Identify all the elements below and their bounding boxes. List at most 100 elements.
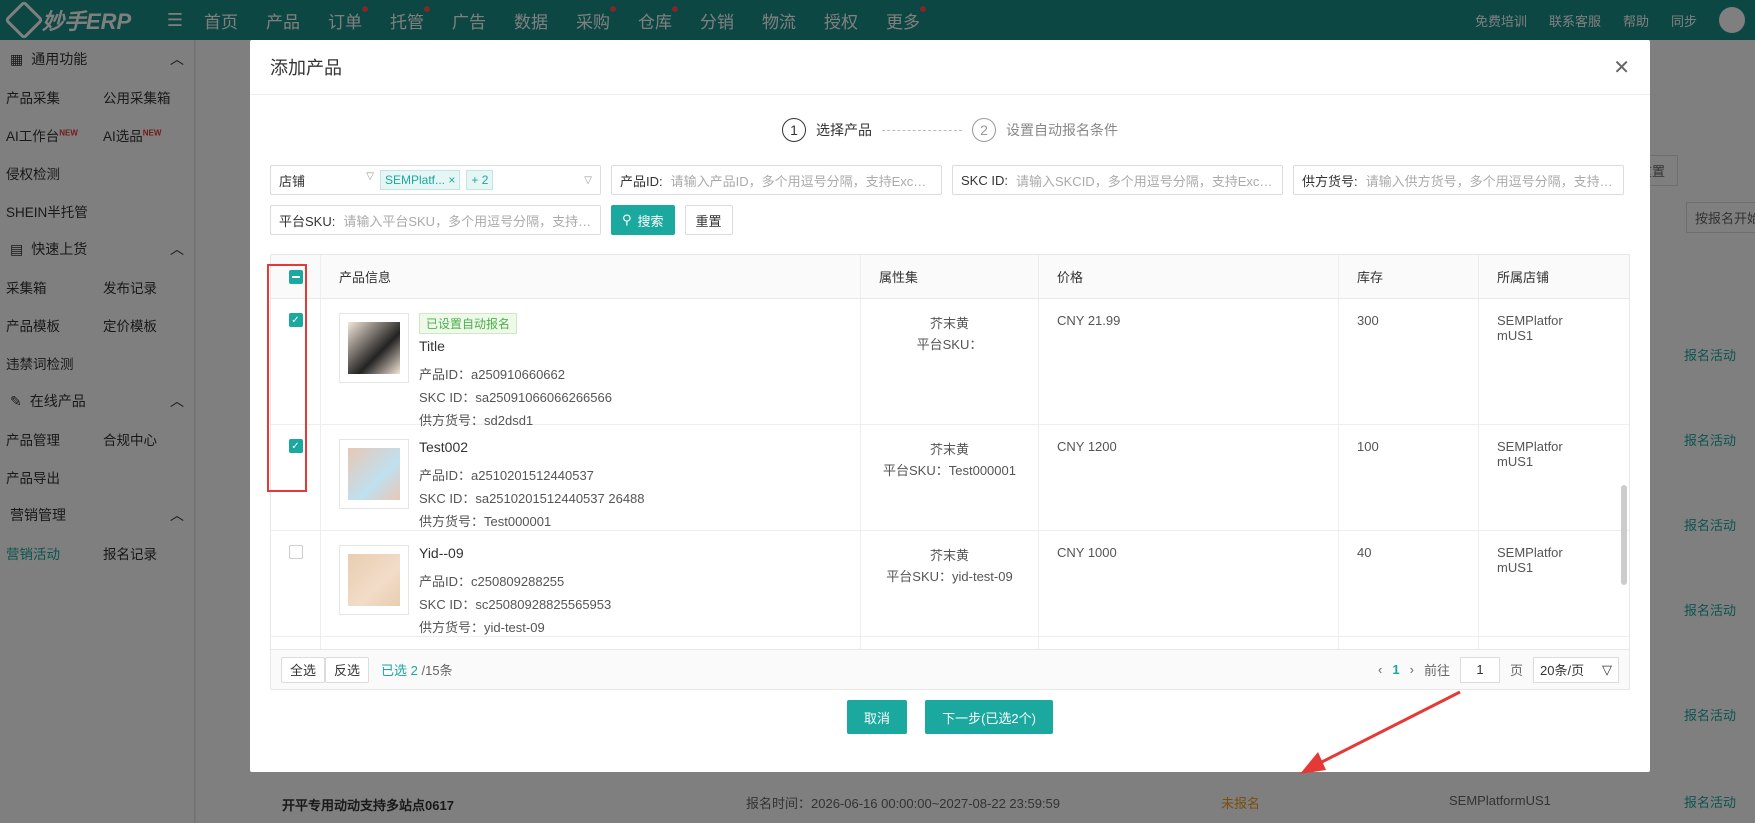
add-product-modal: 添加产品 ✕ 1 选择产品 2 设置自动报名条件 店铺 ▽ SEMPlatf... × … — [250, 40, 1650, 774]
page-size-select[interactable]: 20条/页 ▽ — [1533, 656, 1619, 683]
placeholder: 请输入供方货号，多个用逗号分隔，支持Excel复制 — [1365, 173, 1615, 189]
goto-label: 前往 — [1423, 663, 1450, 678]
header-price: 价格 — [1039, 255, 1339, 298]
shop-cell: SEMPlatformUS1 — [1497, 439, 1563, 469]
row-checkbox-cell — [271, 637, 321, 649]
attribute-color: 芥末黄 — [929, 316, 969, 331]
button-label: 搜索 — [637, 213, 664, 229]
skc-id: SKC ID：sc25080928825565953 — [419, 597, 612, 612]
attribute-sku: 平台SKU： — [916, 337, 983, 352]
goto-page-input[interactable]: 1 — [1459, 656, 1500, 683]
current-page[interactable]: 1 — [1392, 662, 1399, 677]
page-size-value: 20条/页 — [1540, 663, 1585, 678]
stock-cell: 100 — [1339, 425, 1479, 530]
stock-cell: 300 — [1339, 299, 1479, 424]
modal-title: 添加产品 — [270, 58, 342, 78]
step-label: 选择产品 — [816, 122, 872, 138]
attribute-sku: 平台SKU：yid-test-09 — [886, 569, 1013, 584]
header-shop: 所属店铺 — [1497, 270, 1550, 285]
product-id: 产品ID：a250910660662 — [419, 367, 565, 382]
shop-cell: SEMPlatformUS1 — [1497, 313, 1563, 343]
product-id-input[interactable]: 产品ID: 请输入产品ID，多个用逗号分隔，支持Excel复制 — [611, 165, 942, 195]
close-icon[interactable]: ✕ — [1613, 55, 1630, 80]
table-scrollbar[interactable] — [1621, 485, 1627, 585]
field-label: SKC ID: — [961, 172, 1008, 188]
price-cell: CNY 999 - 1000 — [1039, 637, 1339, 649]
shop-cell: SEMPlatformUS1 — [1479, 637, 1589, 649]
next-page-icon[interactable]: › — [1410, 662, 1414, 677]
attribute-cell: 芥末黄平台SKU：yid-test-09 — [861, 531, 1039, 636]
step-1: 1 选择产品 — [782, 118, 872, 142]
step-label: 设置自动报名条件 — [1006, 122, 1118, 138]
attribute-cell: 常蓝色|30*30 — [861, 637, 1039, 649]
prev-page-icon[interactable]: ‹ — [1378, 662, 1382, 677]
price-cell: CNY 1000 — [1039, 531, 1339, 636]
shop-select[interactable]: 店铺 ▽ SEMPlatf... × + 2 ▽ — [270, 165, 601, 195]
price-cell: CNY 21.99 — [1039, 299, 1339, 424]
table-row: ✓ 已设置自动报名 Title 产品ID：a250910660662 SKC I… — [271, 299, 1629, 428]
reset-button[interactable]: 重置 — [684, 205, 733, 235]
shop-tag: SEMPlatf... × — [380, 170, 461, 190]
product-info-cell: Yid--09 产品ID：c250809288255 SKC ID：sc2508… — [321, 531, 861, 636]
platform-sku-input[interactable]: 平台SKU: 请输入平台SKU，多个用逗号分隔，支持Excel复制 — [270, 205, 601, 235]
table-header: 产品信息 属性集 价格 库存 所属店铺 — [271, 255, 1629, 299]
product-id: 产品ID：a2510201512440537 — [419, 468, 594, 483]
table-row: Yid--09 产品ID：c250809288255 SKC ID：sc2508… — [271, 531, 1629, 637]
selected-count: 已选 2 — [381, 663, 418, 678]
price-cell: CNY 1200 — [1039, 425, 1339, 530]
step-divider — [882, 129, 962, 131]
chevron-down-icon: ▽ — [366, 170, 374, 182]
search-button[interactable]: ⚲ 搜索 — [611, 205, 675, 235]
product-name: Test002 — [419, 439, 469, 455]
supplier-code-input[interactable]: 供方货号: 请输入供方货号，多个用逗号分隔，支持Excel复制 — [1293, 165, 1624, 195]
next-step-button[interactable]: 下一步(已选2个) — [925, 700, 1053, 734]
product-info-cell: Yid--17 — [321, 637, 861, 649]
attribute-color: 芥末黄 — [929, 442, 969, 457]
placeholder: 请输入产品ID，多个用逗号分隔，支持Excel复制 — [670, 173, 933, 189]
product-info-cell: 已设置自动报名 Title 产品ID：a250910660662 SKC ID：… — [321, 299, 861, 428]
product-thumbnail — [339, 439, 409, 509]
shop-label: 店铺 — [279, 173, 306, 189]
row-checkbox-cell — [271, 531, 321, 636]
filter-area: 店铺 ▽ SEMPlatf... × + 2 ▽ 产品ID: 请输入产品ID，多个用… — [250, 165, 1650, 235]
product-thumbnail — [339, 545, 409, 615]
select-all-button[interactable]: 全选 — [281, 656, 326, 683]
pagination: ‹ 1 › 前往 1 页 20条/页 ▽ — [1378, 656, 1619, 683]
attribute-color: 芥末黄 — [929, 548, 969, 563]
placeholder: 请输入SKCID，多个用逗号分隔，支持Excel复制 — [1015, 173, 1274, 189]
cancel-button[interactable]: 取消 — [847, 700, 908, 734]
product-thumbnail — [339, 313, 409, 383]
product-id: 产品ID：c250809288255 — [419, 574, 565, 589]
product-table: 产品信息 属性集 价格 库存 所属店铺 ✓ 已设置自动报名 Title 产品ID… — [270, 254, 1630, 650]
field-label: 产品ID: — [620, 173, 663, 189]
header-product-info: 产品信息 — [321, 255, 861, 298]
search-icon: ⚲ — [622, 212, 632, 227]
field-label: 平台SKU: — [279, 213, 336, 229]
skc-id-input[interactable]: SKC ID: 请输入SKCID，多个用逗号分隔，支持Excel复制 — [952, 165, 1283, 195]
table-row: Yid--17 常蓝色|30*30 CNY 999 - 1000 10 SEMP… — [271, 637, 1629, 649]
total-count: /15条 — [417, 663, 453, 678]
row-checkbox[interactable] — [288, 545, 303, 559]
step-number: 2 — [972, 118, 996, 142]
chevron-down-icon: ▽ — [1602, 661, 1612, 677]
stock-cell: 40 — [1339, 531, 1479, 636]
supplier-code: 供方货号：yid-test-09 — [419, 620, 545, 635]
supplier-code: 供方货号：Test000001 — [419, 514, 552, 529]
placeholder: 请输入平台SKU，多个用逗号分隔，支持Excel复制 — [343, 213, 592, 229]
product-name: Yid--09 — [419, 545, 464, 561]
shop-tag-label: SEMPlatf... — [385, 173, 446, 187]
steps: 1 选择产品 2 设置自动报名条件 — [250, 95, 1650, 165]
invert-selection-button[interactable]: 反选 — [325, 656, 370, 683]
tag-close-icon[interactable]: × — [448, 173, 455, 187]
field-label: 供方货号: — [1302, 173, 1358, 189]
attribute-cell: 芥末黄平台SKU： — [861, 299, 1039, 424]
step-2: 2 设置自动报名条件 — [972, 118, 1118, 142]
chevron-down-icon: ▽ — [584, 174, 592, 186]
shop-more-tag: + 2 — [466, 170, 494, 190]
modal-footer: 取消 下一步(已选2个) — [250, 700, 1650, 734]
attribute-sku: 平台SKU：Test000001 — [883, 463, 1016, 478]
table-row: ✓ Test002 产品ID：a2510201512440537 SKC ID：… — [271, 425, 1629, 531]
attribute-cell: 芥末黄平台SKU：Test000001 — [861, 425, 1039, 530]
header-attributes: 属性集 — [861, 255, 1039, 298]
product-name: Title — [419, 338, 445, 354]
